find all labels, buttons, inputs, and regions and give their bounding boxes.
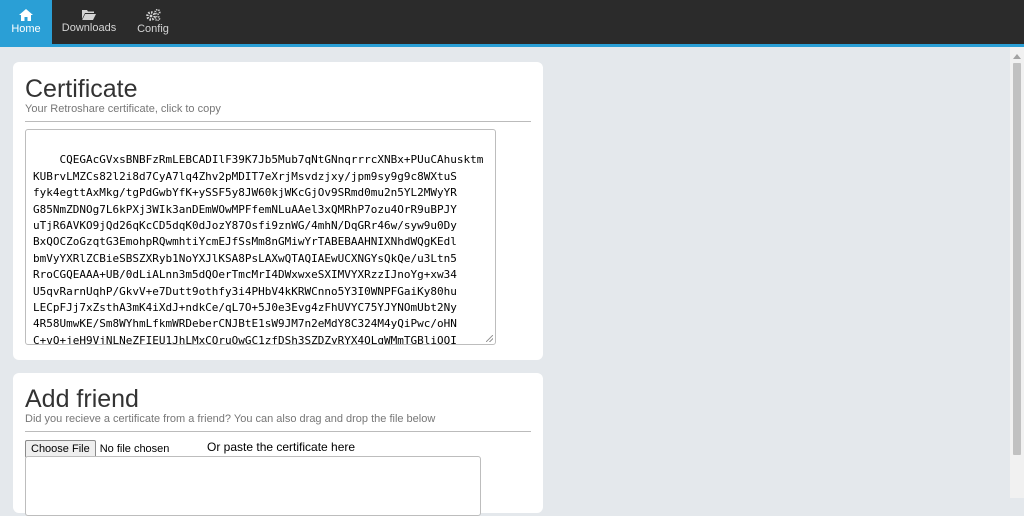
certificate-panel: Certificate Your Retroshare certificate,…: [13, 62, 543, 360]
tab-home-label: Home: [11, 23, 41, 35]
certificate-subtitle: Your Retroshare certificate, click to co…: [25, 103, 221, 115]
tab-config[interactable]: Config: [126, 0, 180, 44]
add-friend-title: Add friend: [25, 385, 139, 413]
paste-label: Or paste the certificate here: [207, 440, 356, 454]
top-nav: Home Downloads Config: [0, 0, 1024, 47]
cogs-icon: [145, 9, 161, 21]
tab-config-label: Config: [137, 23, 169, 35]
divider: [25, 121, 531, 122]
add-friend-panel: Add friend Did you recieve a certificate…: [13, 373, 543, 516]
file-status: No file chosen: [99, 443, 170, 455]
tab-home[interactable]: Home: [0, 0, 52, 44]
certificate-textarea[interactable]: CQEGAcGVxsBNBFzRmLEBCADIlF39K7Jb5Mub7qNt…: [25, 129, 496, 345]
scrollbar[interactable]: [1010, 47, 1024, 498]
divider: [25, 431, 531, 432]
folder-open-icon: [82, 10, 96, 20]
tab-downloads[interactable]: Downloads: [52, 0, 126, 44]
home-icon: [19, 9, 33, 21]
tab-downloads-label: Downloads: [61, 22, 117, 34]
paste-certificate-textarea[interactable]: [25, 456, 481, 516]
certificate-text[interactable]: CQEGAcGVxsBNBFzRmLEBCADIlF39K7Jb5Mub7qNt…: [33, 153, 483, 344]
add-friend-subtitle: Did you recieve a certificate from a fri…: [25, 413, 436, 425]
scrollbar-thumb[interactable]: [1013, 63, 1021, 455]
certificate-title: Certificate: [25, 75, 138, 103]
scroll-up-arrow-icon[interactable]: [1013, 54, 1021, 59]
resize-handle[interactable]: [486, 335, 493, 342]
